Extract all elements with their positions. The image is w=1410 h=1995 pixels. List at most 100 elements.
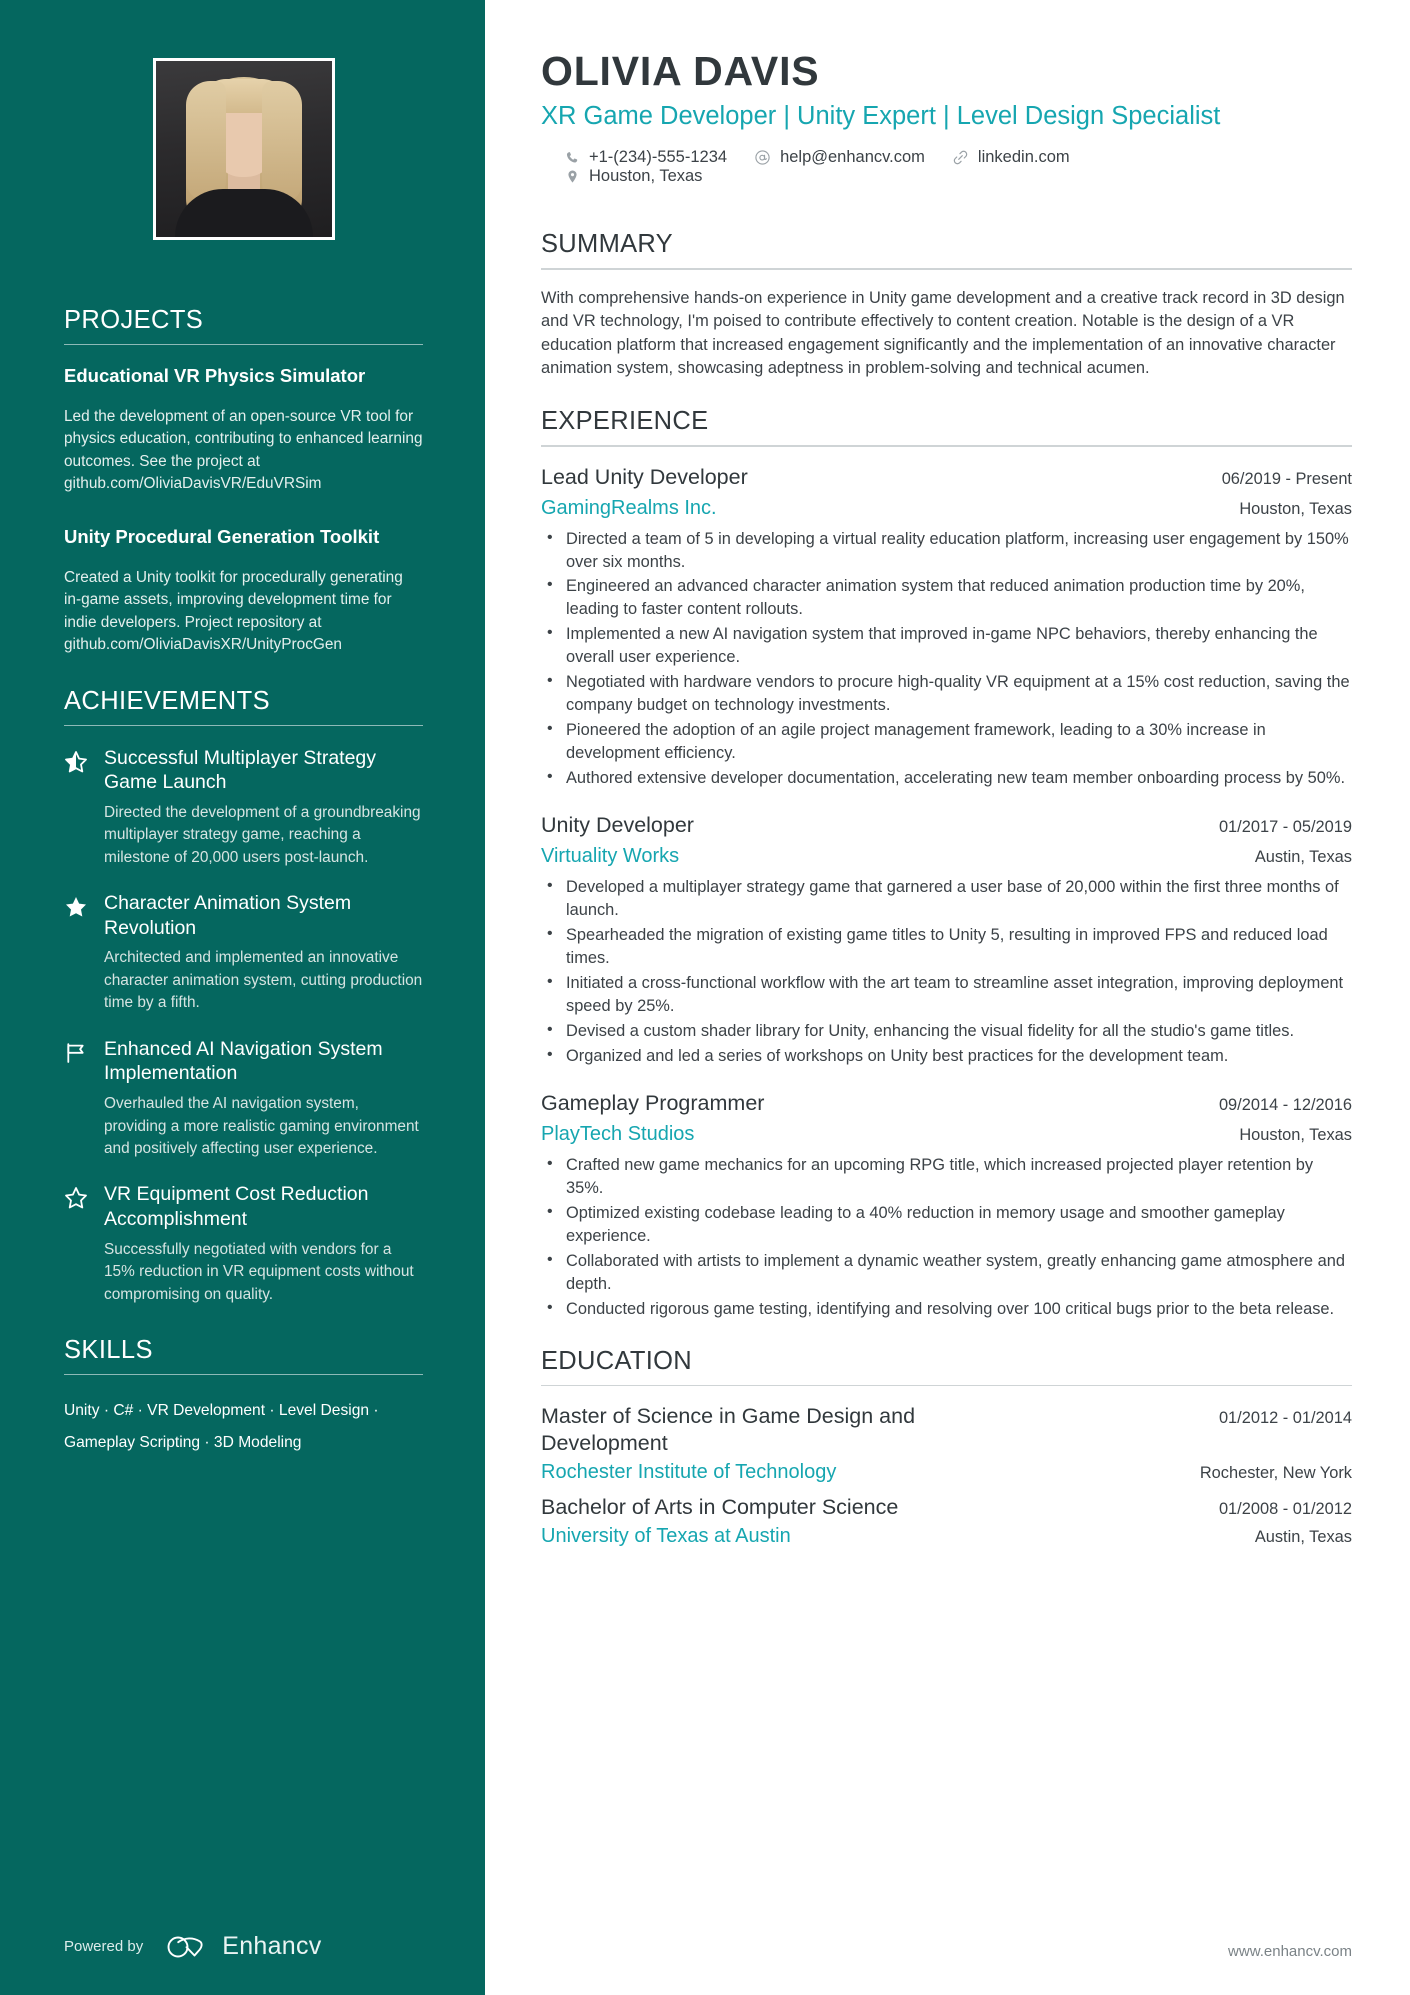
divider: [541, 268, 1352, 270]
experience-item: Unity Developer 01/2017 - 05/2019 Virtua…: [541, 812, 1352, 1068]
list-item: Developed a multiplayer strategy game th…: [541, 875, 1352, 922]
powered-by-label: Powered by: [64, 1938, 144, 1955]
main-content: OLIVIA DAVIS XR Game Developer | Unity E…: [485, 0, 1410, 1995]
job-location: Austin, Texas: [1254, 848, 1352, 867]
list-item: Organized and led a series of workshops …: [541, 1044, 1352, 1068]
link-text: linkedin.com: [977, 148, 1070, 167]
contact-location: Houston, Texas: [565, 167, 702, 186]
degree-title: Master of Science in Game Design and Dev…: [541, 1404, 916, 1456]
achievement-item: Character Animation System Revolution Ar…: [64, 891, 423, 1015]
divider: [541, 1384, 1352, 1387]
project-title: Educational VR Physics Simulator: [64, 365, 366, 386]
profile-photo-wrap: [64, 58, 423, 240]
phone-icon: [566, 152, 578, 163]
education-item: Master of Science in Game Design and Dev…: [541, 1403, 1352, 1484]
job-date: 09/2014 - 12/2016: [1218, 1095, 1352, 1114]
achievement-description: Overhauled the AI navigation system, pro…: [104, 1095, 419, 1157]
job-company: Virtuality Works: [541, 845, 680, 868]
achievement-title: VR Equipment Cost Reduction Accomplishme…: [104, 1183, 369, 1231]
experience-item: Lead Unity Developer 06/2019 - Present G…: [541, 464, 1352, 791]
education-item: Bachelor of Arts in Computer Science 01/…: [541, 1494, 1352, 1548]
list-item: Conducted rigorous game testing, identif…: [541, 1297, 1352, 1321]
sidebar: PROJECTS Educational VR Physics Simulato…: [0, 0, 485, 1995]
section-projects: PROJECTS Educational VR Physics Simulato…: [64, 306, 423, 657]
skills-list: Unity · C# · VR Development · Level Desi…: [64, 1402, 379, 1452]
contact-link[interactable]: linkedin.com: [952, 148, 1070, 167]
list-item: Spearheaded the migration of existing ga…: [541, 923, 1352, 970]
list-item: Authored extensive developer documentati…: [541, 766, 1352, 790]
summary-text: With comprehensive hands-on experience i…: [541, 288, 1345, 378]
project-description: Led the development of an open-source VR…: [64, 407, 423, 493]
resume-header: OLIVIA DAVIS XR Game Developer | Unity E…: [541, 48, 1352, 186]
degree-title: Bachelor of Arts in Computer Science: [541, 1495, 899, 1520]
phone-text: +1-(234)-555-1234: [589, 148, 728, 167]
summary-heading: SUMMARY: [541, 230, 673, 259]
list-item: Collaborated with artists to implement a…: [541, 1249, 1352, 1296]
page-title: OLIVIA DAVIS: [541, 48, 820, 94]
section-experience: EXPERIENCE Lead Unity Developer 06/2019 …: [541, 407, 1352, 1321]
section-skills: SKILLS Unity · C# · VR Development · Lev…: [64, 1336, 423, 1459]
degree-date: 01/2008 - 01/2012: [1218, 1500, 1352, 1519]
flag-icon: [64, 1037, 90, 1161]
job-title: Gameplay Programmer: [541, 1090, 765, 1115]
achievement-item: Enhanced AI Navigation System Implementa…: [64, 1037, 423, 1161]
achievements-heading: ACHIEVEMENTS: [64, 686, 270, 715]
job-location: Houston, Texas: [1239, 1125, 1352, 1144]
achievement-description: Architected and implemented an innovativ…: [104, 949, 423, 1012]
experience-item: Gameplay Programmer 09/2014 - 12/2016 Pl…: [541, 1090, 1352, 1321]
contact-info: +1-(234)-555-1234 help@enhancv.com linke…: [541, 148, 1352, 186]
job-title: Unity Developer: [541, 813, 694, 838]
job-location: Houston, Texas: [1239, 499, 1352, 518]
achievement-title: Character Animation System Revolution: [104, 892, 352, 939]
list-item: Initiated a cross-functional workflow wi…: [541, 971, 1352, 1018]
section-education: EDUCATION Master of Science in Game Desi…: [541, 1347, 1352, 1549]
headline: XR Game Developer | Unity Expert | Level…: [541, 101, 1221, 130]
job-title: Lead Unity Developer: [541, 464, 748, 489]
divider: [64, 724, 423, 726]
contact-phone[interactable]: +1-(234)-555-1234: [565, 148, 727, 167]
achievement-description: Directed the development of a groundbrea…: [104, 803, 421, 866]
enhancv-brand: Enhancv: [222, 1932, 322, 1960]
link-icon: [953, 150, 968, 165]
job-company: GamingRealms Inc.: [541, 496, 717, 519]
job-bullets: Directed a team of 5 in developing a vir…: [541, 527, 1352, 791]
projects-heading: PROJECTS: [64, 306, 204, 334]
skills-heading: SKILLS: [64, 1336, 153, 1365]
school-name: University of Texas at Austin: [541, 1525, 791, 1548]
job-bullets: Crafted new game mechanics for an upcomi…: [541, 1153, 1352, 1321]
section-summary: SUMMARY With comprehensive hands-on expe…: [541, 230, 1352, 381]
divider: [541, 445, 1352, 447]
education-heading: EDUCATION: [541, 1346, 692, 1375]
half-star-icon: [64, 746, 90, 870]
school-location: Austin, Texas: [1254, 1528, 1352, 1547]
enhancv-logo: Enhancv: [165, 1932, 321, 1961]
location-text: Houston, Texas: [589, 167, 703, 186]
list-item: Pioneered the adoption of an agile proje…: [541, 718, 1352, 765]
avatar: [152, 58, 335, 240]
list-item: Negotiated with hardware vendors to proc…: [541, 670, 1352, 717]
degree-date: 01/2012 - 01/2014: [1218, 1409, 1352, 1428]
school-name: Rochester Institute of Technology: [541, 1461, 837, 1484]
job-company: PlayTech Studios: [541, 1122, 695, 1145]
main-footer: www.enhancv.com: [541, 1943, 1352, 1995]
divider: [64, 1374, 423, 1376]
achievement-item: Successful Multiplayer Strategy Game Lau…: [64, 746, 423, 870]
school-location: Rochester, New York: [1199, 1464, 1352, 1483]
project-item: Unity Procedural Generation Toolkit Crea…: [64, 526, 423, 657]
list-item: Crafted new game mechanics for an upcomi…: [541, 1153, 1352, 1200]
job-date: 06/2019 - Present: [1221, 469, 1352, 488]
project-item: Educational VR Physics Simulator Led the…: [64, 365, 423, 496]
section-achievements: ACHIEVEMENTS Successful Multiplayer Stra…: [64, 687, 423, 1306]
list-item: Engineered an advanced character animati…: [541, 574, 1352, 621]
job-bullets: Developed a multiplayer strategy game th…: [541, 875, 1352, 1068]
list-item: Optimized existing codebase leading to a…: [541, 1201, 1352, 1248]
email-icon: [755, 150, 770, 165]
enhancv-mark-icon: [167, 1936, 203, 1957]
job-date: 01/2017 - 05/2019: [1218, 818, 1352, 837]
achievement-description: Successfully negotiated with vendors for…: [104, 1240, 414, 1303]
star-filled-icon: [64, 891, 90, 1015]
project-description: Created a Unity toolkit for procedurally…: [64, 568, 403, 654]
contact-email[interactable]: help@enhancv.com: [754, 148, 925, 167]
divider: [64, 344, 423, 345]
email-text: help@enhancv.com: [780, 148, 925, 167]
